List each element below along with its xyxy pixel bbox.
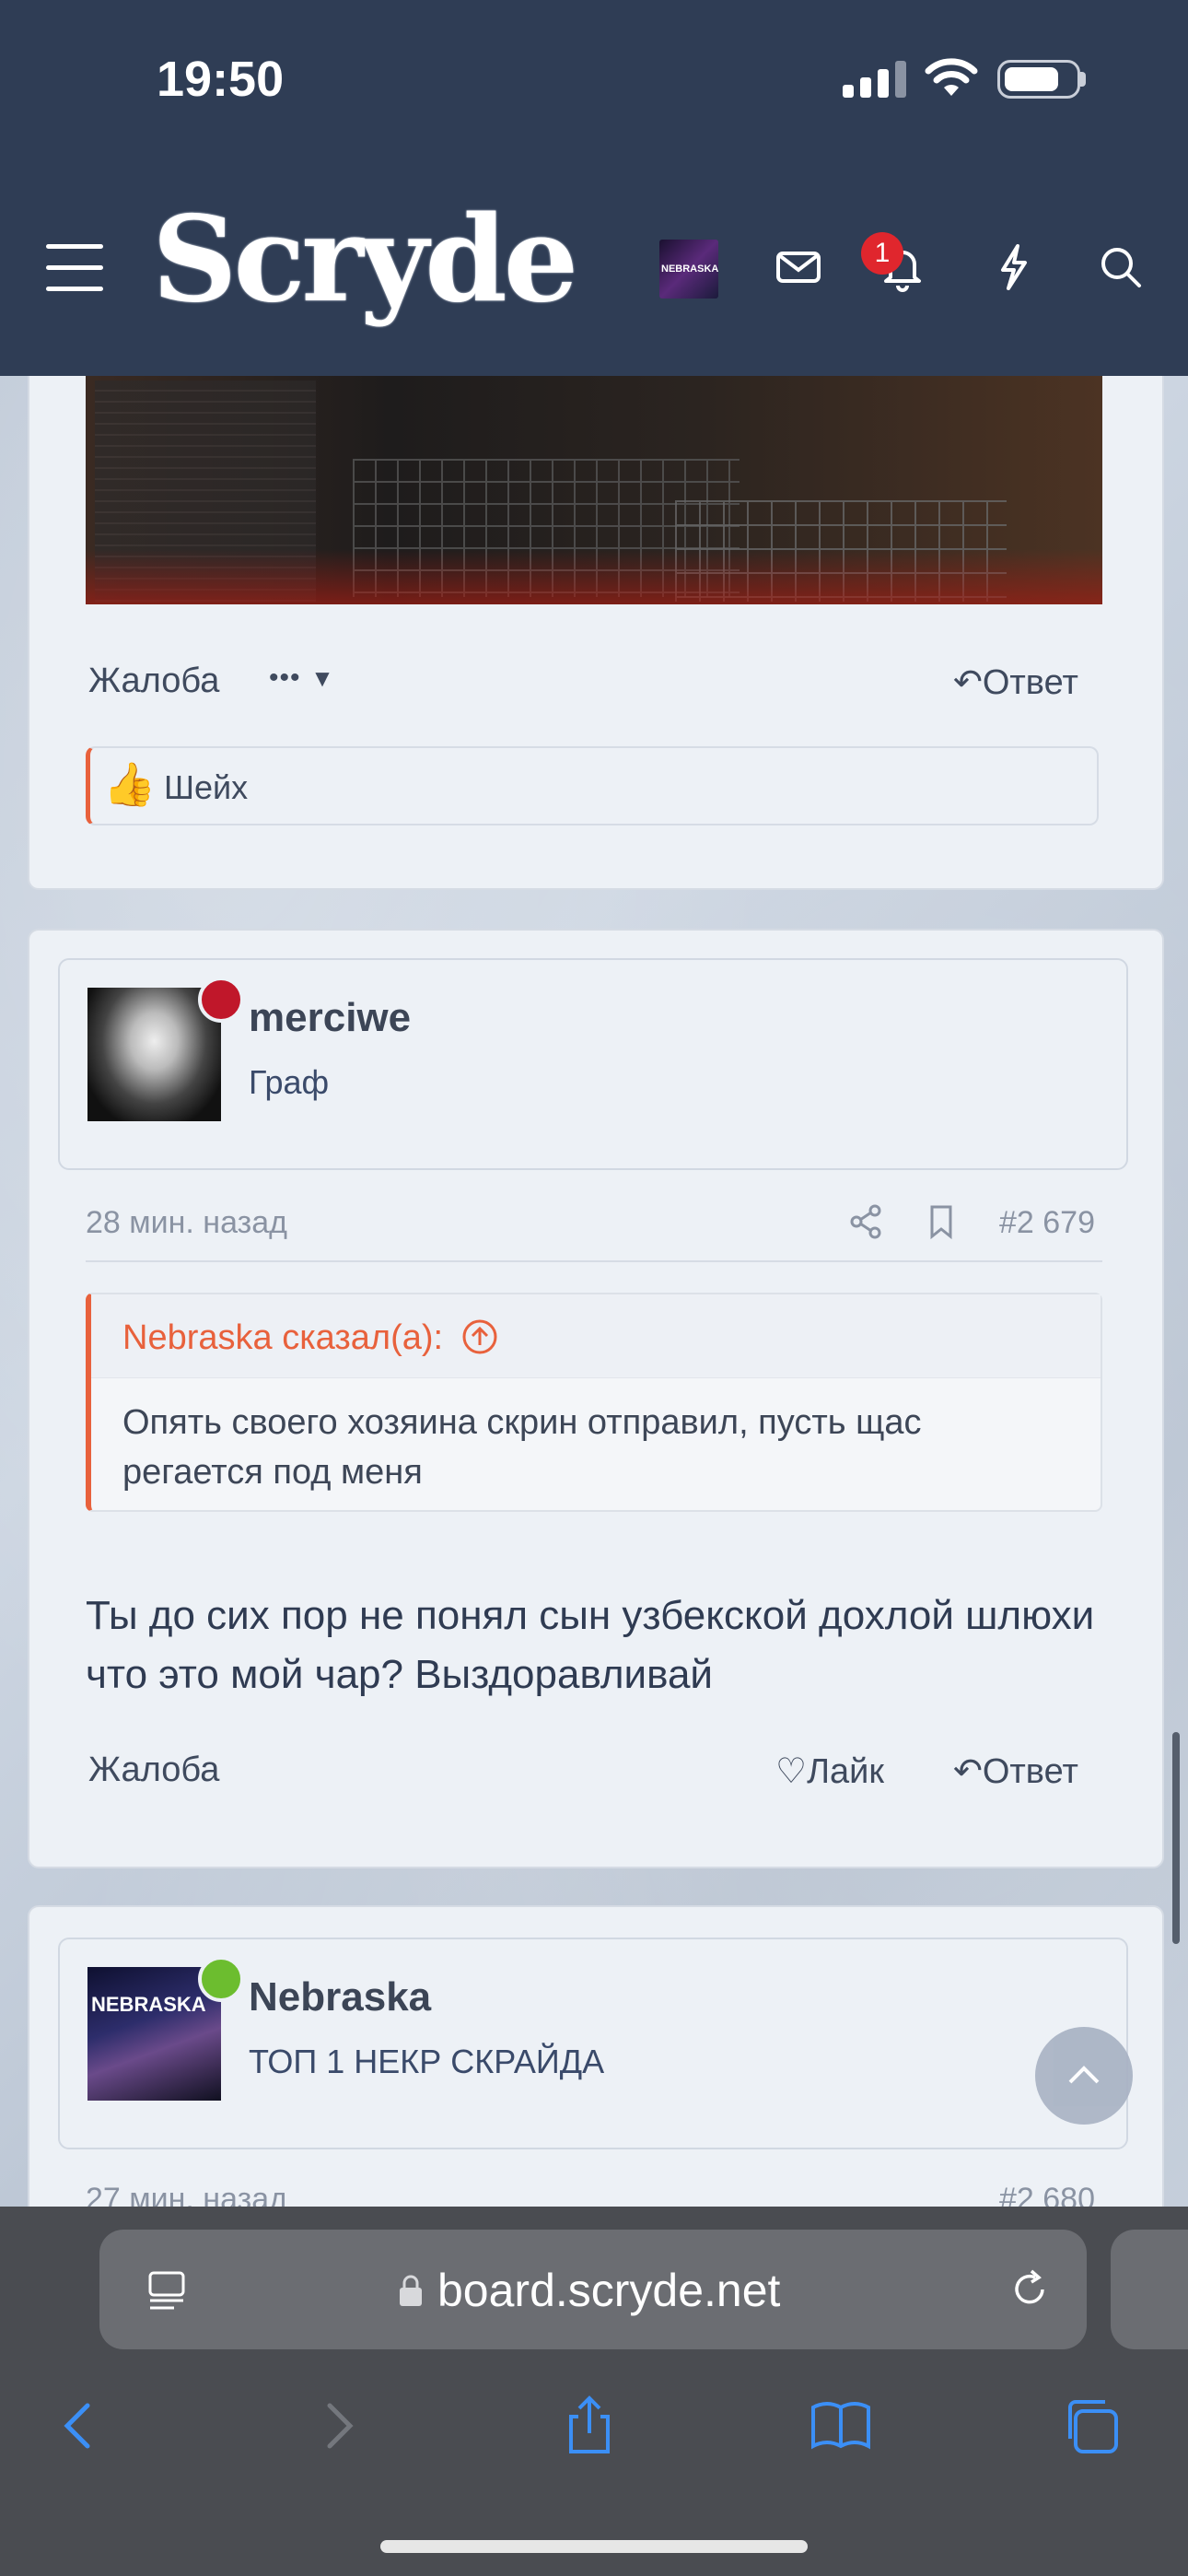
bookmark-icon[interactable] [921, 1201, 961, 1242]
next-tab-preview[interactable] [1111, 2230, 1188, 2349]
more-dots-icon: ••• [269, 662, 301, 693]
reply-arrow-icon: ↶ [953, 1752, 983, 1791]
author-rank: Граф [249, 1063, 330, 1101]
lock-icon [400, 2275, 422, 2306]
report-link[interactable]: Жалоба [88, 1751, 219, 1790]
reply-button[interactable]: ↶Ответ [953, 1751, 1078, 1792]
back-icon[interactable] [41, 2389, 115, 2463]
arrow-up-circle-icon[interactable] [460, 1317, 500, 1357]
author-name[interactable]: merciwe [249, 995, 411, 1041]
post-time[interactable]: 28 мин. назад [86, 1205, 287, 1241]
quote-author[interactable]: Nebraska сказал(а): [122, 1318, 443, 1358]
address-bar[interactable]: board.scryde.net [99, 2230, 1087, 2349]
site-header: 19:50 Scryde NEBRASKA 1 [0, 0, 1188, 376]
author-rank: ТОП 1 НЕКР СКРАЙДА [249, 2043, 605, 2080]
hamburger-menu-icon[interactable] [46, 244, 103, 292]
search-icon[interactable] [1089, 235, 1153, 299]
post-body: Ты до сих пор не понял сын узбекской дох… [86, 1593, 1095, 1697]
heart-icon: ♡ [775, 1752, 808, 1791]
author-block: merciwe Граф [58, 958, 1128, 1170]
chevron-up-icon [1068, 2066, 1100, 2084]
like-button[interactable]: ♡Лайк [775, 1751, 884, 1792]
thumbs-up-icon: 👍 [103, 760, 157, 808]
post-number[interactable]: #2 679 [999, 1205, 1095, 1241]
reactions-bar[interactable]: 👍 Шейх [86, 746, 1099, 825]
bookmarks-icon[interactable] [804, 2389, 878, 2463]
lightning-icon[interactable] [981, 235, 1045, 299]
url-text[interactable]: board.scryde.net [437, 2264, 780, 2317]
scrollbar[interactable] [1172, 1732, 1180, 1944]
online-indicator-icon [198, 1956, 244, 2002]
quote-block: Nebraska сказал(а): Опять своего хозяина… [86, 1293, 1102, 1512]
cellular-signal-icon [843, 59, 907, 98]
author-name[interactable]: Nebraska [249, 1974, 431, 2020]
share-sheet-icon[interactable] [553, 2389, 626, 2463]
share-icon[interactable] [845, 1201, 886, 1242]
author-block: NEBRASKA Nebraska ТОП 1 НЕКР СКРАЙДА [58, 1938, 1128, 2149]
reaction-user[interactable]: Шейх [164, 768, 248, 807]
forward-icon[interactable] [302, 2389, 376, 2463]
wifi-icon [925, 58, 978, 96]
battery-icon [997, 60, 1080, 99]
tabs-icon[interactable] [1057, 2389, 1131, 2463]
home-indicator [380, 2540, 808, 2553]
browser-toolbar: board.scryde.net [0, 2207, 1188, 2576]
caret-down-icon: ▼ [310, 664, 334, 692]
more-options-button[interactable]: ••• ▼ [269, 656, 334, 696]
reader-menu-icon[interactable] [141, 2262, 196, 2317]
report-link[interactable]: Жалоба [88, 662, 219, 701]
user-avatar[interactable]: NEBRASKA [659, 240, 718, 299]
reply-arrow-icon: ↶ [953, 663, 983, 702]
staff-indicator-icon [198, 977, 244, 1023]
game-screenshot-image[interactable] [86, 376, 1102, 604]
reply-button[interactable]: ↶Ответ [953, 662, 1078, 703]
reload-icon[interactable] [1002, 2262, 1057, 2317]
site-logo[interactable]: Scryde [152, 201, 578, 319]
inbox-icon[interactable] [766, 235, 831, 299]
status-time: 19:50 [157, 52, 285, 107]
scroll-to-top-button[interactable] [1035, 2027, 1133, 2125]
notification-badge: 1 [861, 232, 903, 275]
quote-text: Опять своего хозяина скрин отправил, пус… [122, 1403, 922, 1492]
